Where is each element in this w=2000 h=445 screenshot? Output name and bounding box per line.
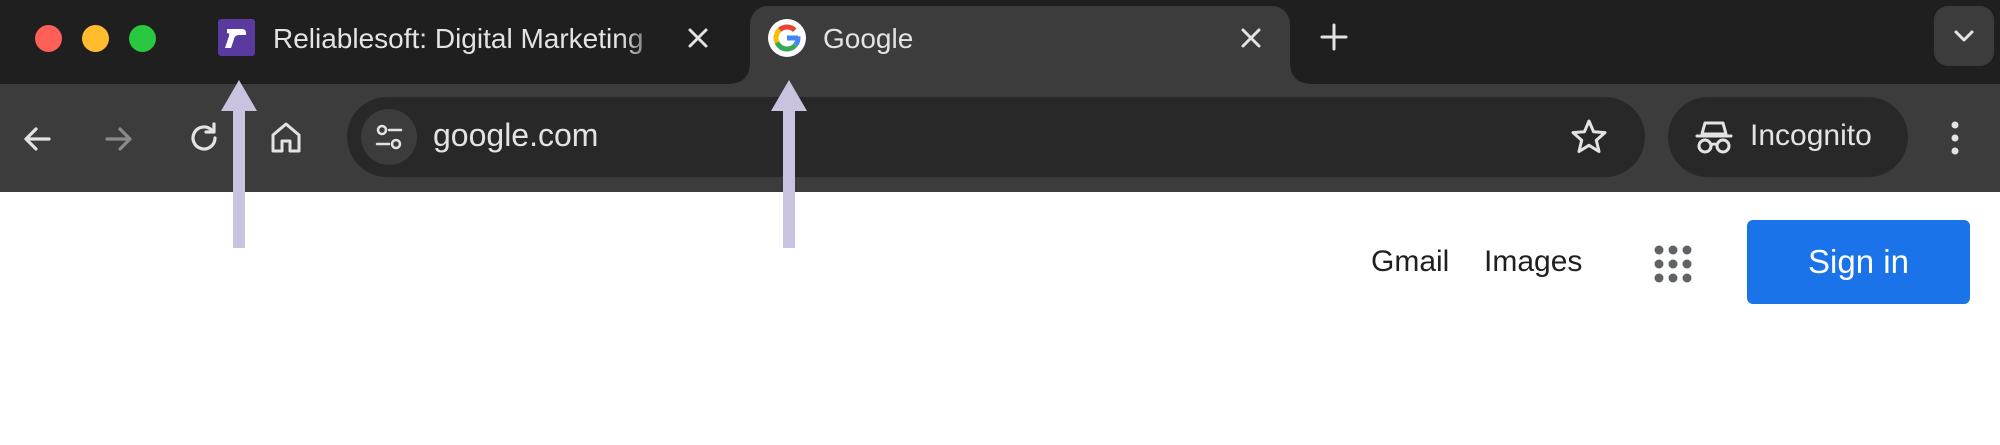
bookmark-star-icon[interactable] (1569, 117, 1609, 162)
minimize-window-button[interactable] (82, 25, 109, 52)
annotation-arrow-icon (219, 78, 259, 255)
annotation-arrow-icon (769, 78, 809, 255)
address-bar[interactable]: google.com (347, 97, 1645, 177)
profile-label: Incognito (1750, 119, 1872, 152)
fullscreen-window-button[interactable] (129, 25, 156, 52)
incognito-profile-button[interactable]: Incognito (1668, 97, 1908, 177)
tune-icon (375, 124, 403, 150)
tab-reliablesoft[interactable]: Reliablesoft: Digital Marketing (200, 6, 745, 84)
tab-strip: Reliablesoft: Digital Marketing Google (0, 0, 2000, 84)
tab-google[interactable]: Google (732, 6, 1308, 84)
reliablesoft-icon (218, 19, 255, 56)
site-info-button[interactable] (361, 109, 417, 165)
close-window-button[interactable] (35, 25, 62, 52)
images-link[interactable]: Images (1484, 245, 1582, 279)
close-icon[interactable] (1237, 24, 1265, 52)
url-text[interactable]: google.com (433, 117, 598, 154)
forward-arrow-icon[interactable] (103, 123, 135, 160)
tab-search-button[interactable] (1934, 6, 1994, 66)
chevron-down-icon (1954, 30, 1974, 42)
tab-title: Reliablesoft: Digital Marketing (273, 23, 644, 54)
tab-title: Google (823, 23, 914, 54)
gmail-link[interactable]: Gmail (1371, 245, 1449, 279)
new-tab-icon[interactable] (1319, 22, 1349, 52)
more-menu-icon[interactable] (1950, 120, 1960, 161)
google-apps-icon[interactable] (1653, 244, 1693, 289)
incognito-icon (1695, 121, 1733, 154)
home-icon[interactable] (268, 119, 304, 160)
back-arrow-icon[interactable] (21, 123, 53, 160)
google-icon (768, 19, 806, 57)
sign-in-button[interactable]: Sign in (1747, 220, 1970, 304)
browser-toolbar: google.com Incognito (0, 84, 2000, 192)
close-icon[interactable] (684, 24, 712, 52)
reload-icon[interactable] (187, 121, 221, 160)
